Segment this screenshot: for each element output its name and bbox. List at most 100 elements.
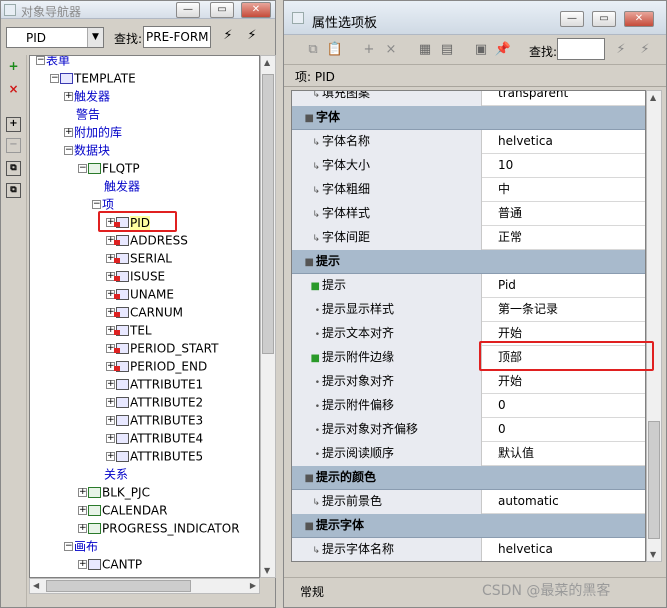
expand-node-icon[interactable]: + (64, 128, 73, 137)
property-name-cell[interactable]: • 提示显示样式 (292, 298, 482, 322)
expand-node-icon[interactable]: + (106, 380, 115, 389)
palette-minimize-button[interactable]: — (560, 11, 584, 27)
scroll-up-icon[interactable]: ▲ (264, 58, 270, 67)
expand-node-icon[interactable]: + (78, 560, 87, 569)
chevron-down-icon[interactable]: ▼ (87, 28, 103, 47)
copy-properties-icon[interactable]: ⧉ (304, 41, 322, 59)
tree-node[interactable]: 触发器 (92, 177, 140, 195)
tree-node[interactable]: + PERIOD_START (106, 339, 218, 357)
tree-node[interactable]: + ATTRIBUTE3 (106, 411, 203, 429)
grid-scroll-up-icon[interactable]: ▲ (650, 93, 656, 102)
property-row[interactable]: • 提示对象对齐 开始 (292, 370, 645, 394)
property-value-cell[interactable]: helvetica (498, 130, 553, 153)
tree-node[interactable]: −数据块 (64, 141, 110, 159)
tree-node[interactable]: + ATTRIBUTE2 (106, 393, 203, 411)
tree-node[interactable]: + CARNUM (106, 303, 183, 321)
expand-node-icon[interactable]: + (106, 398, 115, 407)
expand-node-icon[interactable]: + (106, 434, 115, 443)
property-value-cell[interactable]: automatic (498, 490, 559, 513)
scroll-left-icon[interactable]: ◀ (33, 581, 39, 590)
expand-node-icon[interactable]: + (64, 92, 73, 101)
union-icon[interactable]: ▦ (416, 41, 434, 59)
property-name-cell[interactable]: ■ 提示附件边缘 (292, 346, 482, 370)
tree-node[interactable]: + PROGRESS_INDICATOR (78, 519, 240, 537)
expand-node-icon[interactable]: + (106, 416, 115, 425)
object-select-dropdown[interactable]: PID ▼ (6, 27, 104, 48)
category-collapse-icon[interactable]: ■ (292, 251, 314, 274)
inherit-icon[interactable]: ▣ (472, 41, 490, 59)
property-name-cell[interactable]: ↳ 填充图案 (292, 91, 482, 106)
property-value-cell[interactable]: helvetica (498, 538, 553, 561)
grid-scroll-down-icon[interactable]: ▼ (650, 550, 656, 559)
paste-properties-icon[interactable]: 📋 (326, 41, 344, 59)
find-input[interactable]: PRE-FORM (143, 26, 211, 48)
property-name-cell[interactable]: ■ 提示 (292, 274, 482, 298)
property-category-row[interactable]: ■ 提示字体 (292, 514, 645, 538)
palette-find-previous-icon[interactable]: ⚡ (636, 41, 654, 59)
property-value-cell[interactable]: 0 (498, 394, 506, 417)
property-name-cell[interactable]: ↳ 字体名称 (292, 130, 482, 154)
find-previous-icon[interactable]: ⚡ (243, 27, 261, 45)
property-name-cell[interactable]: • 提示附件偏移 (292, 394, 482, 418)
palette-find-input[interactable] (557, 38, 605, 60)
tree-node[interactable]: −表单 (36, 56, 70, 69)
create-icon[interactable]: + (6, 59, 21, 74)
grid-vscroll-thumb[interactable] (648, 421, 660, 539)
expand-node-icon[interactable]: + (106, 452, 115, 461)
property-value-cell[interactable]: 10 (498, 154, 513, 177)
delete-property-icon[interactable]: × (382, 41, 400, 59)
collapse-node-icon[interactable]: − (78, 164, 87, 173)
property-name-cell[interactable]: ↳ 提示前景色 (292, 490, 482, 514)
property-row[interactable]: ↳ 填充图案 transparent (292, 91, 645, 106)
property-name-cell[interactable]: ↳ 字体间距 (292, 226, 482, 250)
property-name-cell[interactable]: ↳ 提示字体名称 (292, 538, 482, 561)
property-name-cell[interactable]: • 提示对象对齐偏移 (292, 418, 482, 442)
tree-node[interactable]: + PERIOD_END (106, 357, 207, 375)
collapse-icon[interactable]: − (6, 138, 21, 153)
property-row[interactable]: ↳ 字体间距 正常 (292, 226, 645, 250)
freeze-icon[interactable]: 📌 (494, 41, 512, 59)
tree-node[interactable]: + BLK_PJC (78, 483, 150, 501)
property-row[interactable]: ↳ 字体样式 普通 (292, 202, 645, 226)
scroll-right-icon[interactable]: ▶ (250, 581, 256, 590)
expand-node-icon[interactable]: + (78, 506, 87, 515)
tree-node[interactable]: 关系 (92, 465, 128, 483)
tree-vertical-scrollbar[interactable]: ▲ ▼ (260, 55, 276, 578)
property-value-cell[interactable]: 默认值 (498, 442, 534, 465)
property-name-cell[interactable]: ■ 字体 (292, 106, 482, 130)
property-row[interactable]: ↳ 提示字体名称 helvetica (292, 538, 645, 561)
tree-node[interactable]: + ATTRIBUTE5 (106, 447, 203, 465)
category-collapse-icon[interactable]: ■ (292, 107, 314, 130)
property-row[interactable]: ↳ 字体大小 10 (292, 154, 645, 178)
property-value-cell[interactable]: 普通 (498, 202, 522, 225)
delete-icon[interactable]: × (6, 82, 21, 97)
tree-node[interactable]: +触发器 (64, 87, 110, 105)
grid-vertical-scrollbar[interactable]: ▲ ▼ (646, 90, 662, 562)
intersection-icon[interactable]: ▤ (438, 41, 456, 59)
property-row[interactable]: • 提示显示样式 第一条记录 (292, 298, 645, 322)
category-collapse-icon[interactable]: ■ (292, 515, 314, 538)
property-name-cell[interactable]: • 提示对象对齐 (292, 370, 482, 394)
expand-node-icon[interactable]: + (78, 524, 87, 533)
collapse-node-icon[interactable]: − (92, 200, 101, 209)
category-collapse-icon[interactable]: ■ (292, 467, 314, 490)
property-name-cell[interactable]: ↳ 字体粗细 (292, 178, 482, 202)
close-button[interactable]: ✕ (241, 2, 271, 18)
tree-node[interactable]: + SERIAL (106, 249, 172, 267)
tree-node[interactable]: + ISUSE (106, 267, 165, 285)
property-name-cell[interactable]: ■ 提示字体 (292, 514, 482, 538)
collapse-node-icon[interactable]: − (36, 56, 45, 65)
property-grid[interactable]: ↳ 填充图案 transparent ■ 字体 ↳ 字体名称 helvetica ↳ 字体大小 10… (291, 90, 646, 562)
property-value-cell[interactable]: Pid (498, 274, 516, 297)
property-row[interactable]: • 提示对象对齐偏移 0 (292, 418, 645, 442)
expand-node-icon[interactable]: + (78, 488, 87, 497)
property-value-cell[interactable]: transparent (498, 91, 568, 105)
palette-close-button[interactable]: ✕ (624, 11, 654, 27)
tree-hscroll-thumb[interactable] (46, 580, 191, 592)
property-value-cell[interactable]: 中 (498, 178, 510, 201)
palette-find-next-icon[interactable]: ⚡ (612, 41, 630, 59)
property-row[interactable]: ↳ 字体粗细中 (292, 178, 645, 202)
tree-node[interactable]: + ADDRESS (106, 231, 188, 249)
tree-node[interactable]: + CALENDAR (78, 501, 167, 519)
tree-node[interactable]: + TEL (106, 321, 152, 339)
